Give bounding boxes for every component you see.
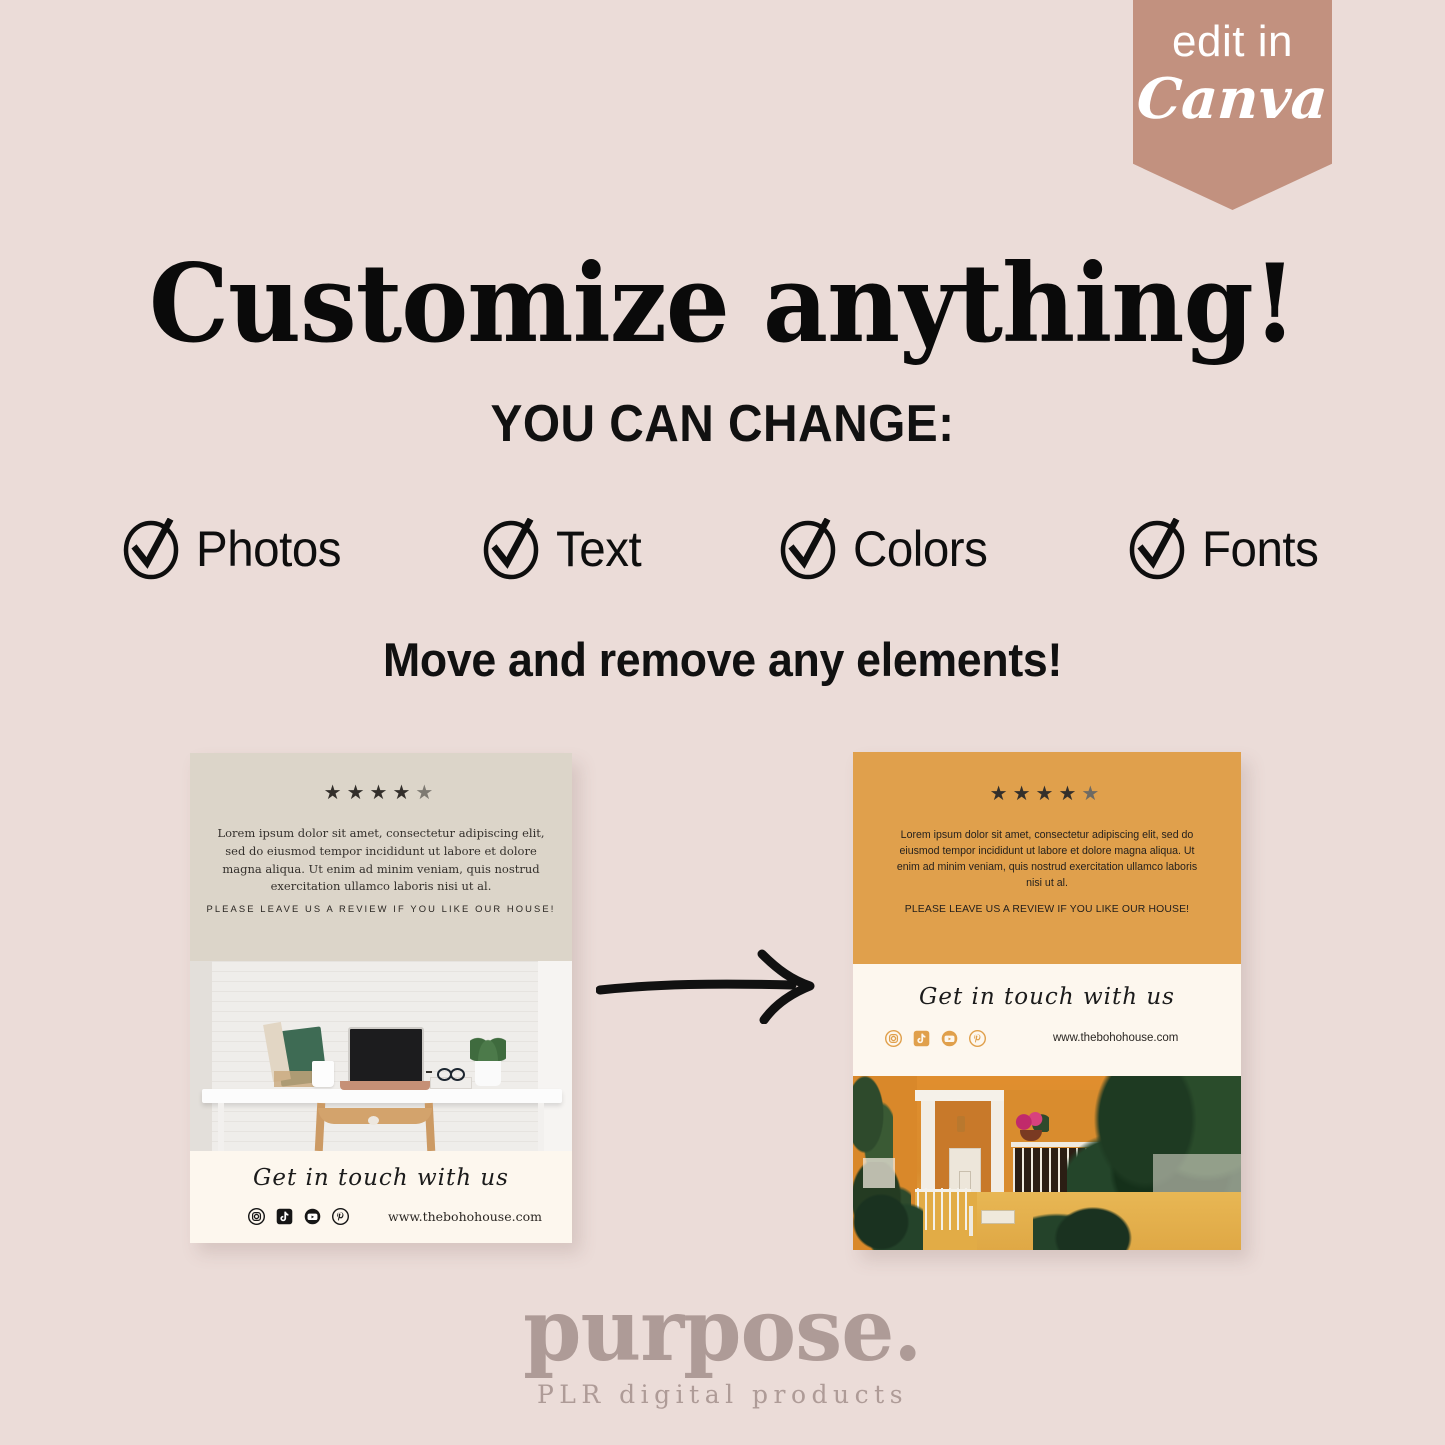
ribbon-edit-label: edit in	[1172, 17, 1293, 66]
review-cta: PLEASE LEAVE US A REVIEW IF YOU LIKE OUR…	[904, 904, 1190, 915]
desk-workspace-photo	[190, 961, 572, 1151]
review-cta: PLEASE LEAVE US A REVIEW IF YOU LIKE OUR…	[206, 903, 556, 914]
poster-canvas: edit in Canva Customize anything! YOU CA…	[0, 0, 1445, 1445]
orange-house-facade-photo: 83	[853, 1076, 1241, 1250]
move-remove-line: Move and remove any elements!	[382, 633, 1063, 686]
page-title: Customize anything!	[149, 241, 1297, 367]
youtube-icon[interactable]	[304, 1208, 321, 1225]
checklist-row: Photos Text Colors Fonts	[120, 518, 1325, 580]
get-in-touch-text: Get in touch with us	[253, 1165, 509, 1191]
instagram-icon[interactable]	[885, 1030, 902, 1047]
checklist-label: Fonts	[1202, 521, 1319, 577]
after-card-header: ★★★★★ Lorem ipsum dolor sit amet, consec…	[853, 752, 1241, 964]
checklist-item-fonts: Fonts	[1126, 518, 1325, 580]
checklist-label: Photos	[196, 521, 342, 577]
mockup-card-before: ★★★★★ Lorem ipsum dolor sit amet, consec…	[190, 753, 572, 1243]
after-card-contact-band: Get in touch with us www.thebohohouse.co…	[853, 964, 1241, 1076]
website-url[interactable]: www.thebohohouse.com	[1053, 1032, 1178, 1044]
get-in-touch-text: Get in touch with us	[919, 984, 1175, 1010]
instagram-icon[interactable]	[248, 1208, 265, 1225]
check-circle-icon	[480, 518, 542, 580]
star-rating: ★★★★★	[323, 782, 439, 804]
tiktok-icon[interactable]	[913, 1030, 930, 1047]
page-subtitle: YOU CAN CHANGE:	[490, 395, 955, 453]
check-circle-icon	[120, 518, 182, 580]
youtube-icon[interactable]	[941, 1030, 958, 1047]
checklist-label: Text	[556, 521, 642, 577]
brand-logo: purpose. PLR digital products	[0, 1280, 1445, 1410]
social-icons-group	[885, 1030, 986, 1047]
edit-in-canva-ribbon: edit in Canva	[1133, 0, 1332, 210]
tiktok-icon[interactable]	[276, 1208, 293, 1225]
brand-logo-tagline: PLR digital products	[536, 1380, 909, 1409]
review-text: Lorem ipsum dolor sit amet, consectetur …	[217, 826, 545, 894]
before-card-header: ★★★★★ Lorem ipsum dolor sit amet, consec…	[190, 753, 572, 961]
website-url[interactable]: www.thebohohouse.com	[388, 1209, 542, 1224]
checklist-item-text: Text	[480, 518, 646, 580]
star-rating: ★★★★★	[989, 783, 1105, 805]
mockup-card-after: ★★★★★ Lorem ipsum dolor sit amet, consec…	[853, 752, 1241, 1250]
check-circle-icon	[777, 518, 839, 580]
checklist-item-colors: Colors	[777, 518, 994, 580]
before-card-footer: Get in touch with us www.thebohohouse.co…	[190, 1151, 572, 1243]
checklist-label: Colors	[853, 521, 988, 577]
checklist-item-photos: Photos	[120, 518, 349, 580]
ribbon-canva-label: Canva	[1135, 66, 1331, 132]
check-circle-icon	[1126, 518, 1188, 580]
pinterest-icon[interactable]	[332, 1208, 349, 1225]
social-icons-group	[248, 1208, 349, 1225]
pinterest-icon[interactable]	[969, 1030, 986, 1047]
brand-logo-name: purpose.	[523, 1280, 922, 1381]
review-text: Lorem ipsum dolor sit amet, consectetur …	[896, 829, 1198, 889]
